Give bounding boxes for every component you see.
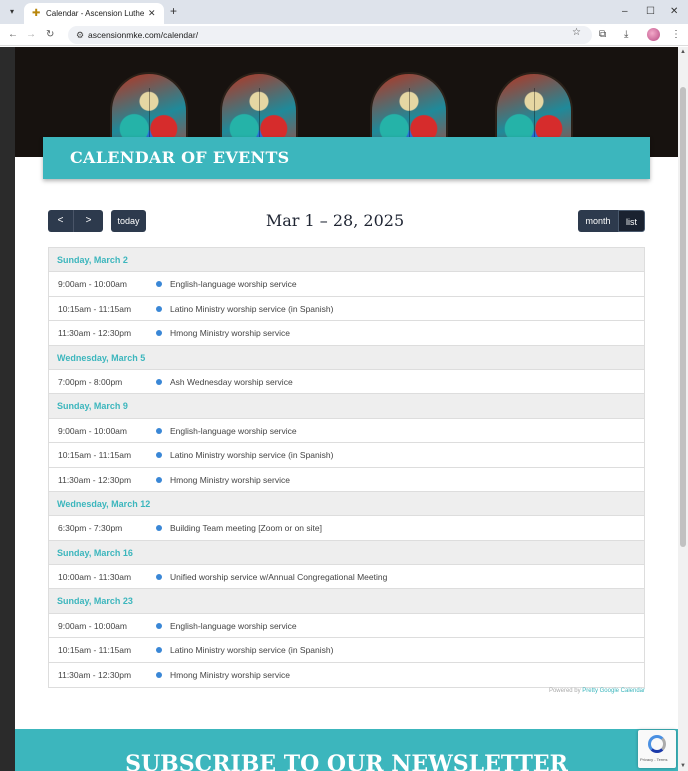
tab-search-chevron-icon[interactable]: ▾ <box>4 4 20 20</box>
event-title[interactable]: Unified worship service w/Annual Congreg… <box>170 565 387 589</box>
url-text: ascensionmke.com/calendar/ <box>88 30 199 40</box>
bookmark-star-icon[interactable]: ☆ <box>572 26 581 40</box>
tab-close-icon[interactable]: ✕ <box>148 7 156 20</box>
tab-title: Calendar - Ascension Lutheran <box>46 9 144 18</box>
page-title: CALENDAR OF EVENTS <box>70 148 290 167</box>
url-input[interactable]: ⚙ ascensionmke.com/calendar/ <box>68 26 592 44</box>
event-title[interactable]: English-language worship service <box>170 272 297 296</box>
event-time: 9:00am - 10:00am <box>58 620 127 631</box>
event-time: 9:00am - 10:00am <box>58 425 127 436</box>
event-dot-icon <box>156 281 162 288</box>
event-title[interactable]: Latino Ministry worship service (in Span… <box>170 297 333 321</box>
address-bar-row: ← → ↻ ⚙ ascensionmke.com/calendar/ ☆ ⧉ ⤓… <box>0 24 688 46</box>
event-row[interactable]: 11:30am - 12:30pm Hmong Ministry worship … <box>49 662 644 688</box>
event-time: 11:30am - 12:30pm <box>58 669 132 680</box>
event-row[interactable]: 10:15am - 11:15am Latino Ministry worship… <box>49 443 644 468</box>
day-header: Wednesday, March 5 <box>49 345 644 370</box>
event-title[interactable]: Building Team meeting [Zoom or on site] <box>170 516 322 540</box>
event-time: 11:30am - 12:30pm <box>58 328 132 339</box>
event-row[interactable]: 6:30pm - 7:30pm Building Team meeting [Zo… <box>49 516 644 541</box>
page-viewport: CALENDAR OF EVENTS < > today Mar 1 – 28,… <box>0 47 688 771</box>
event-dot-icon <box>156 647 162 654</box>
list-view-button[interactable]: list <box>618 210 645 232</box>
scroll-down-icon[interactable]: ▼ <box>680 763 686 769</box>
event-title[interactable]: Latino Ministry worship service (in Span… <box>170 638 333 662</box>
event-dot-icon <box>156 671 162 678</box>
site-settings-icon[interactable]: ⚙ <box>76 29 84 41</box>
event-dot-icon <box>156 622 162 629</box>
event-time: 10:15am - 11:15am <box>58 450 132 461</box>
close-window-button[interactable]: ✕ <box>670 5 678 18</box>
browser-tab[interactable]: ✚ Calendar - Ascension Lutheran ✕ <box>24 3 164 24</box>
event-dot-icon <box>156 330 162 337</box>
event-row[interactable]: 10:15am - 11:15am Latino Ministry worship… <box>49 296 644 322</box>
event-time: 7:00pm - 8:00pm <box>58 376 123 387</box>
today-button[interactable]: today <box>111 210 146 232</box>
scroll-up-icon[interactable]: ▲ <box>680 49 686 55</box>
event-row[interactable]: 10:00am - 11:30am Unified worship service… <box>49 565 644 590</box>
newsletter-title: SUBSCRIBE TO OUR NEWSLETTER <box>125 751 568 771</box>
recaptcha-badge[interactable]: Privacy - Terms <box>638 730 676 768</box>
page-scrollbar[interactable]: ▲ ▼ <box>678 47 688 771</box>
event-row[interactable]: 11:30am - 12:30pm Hmong Ministry worship … <box>49 321 644 346</box>
event-row[interactable]: 10:15am - 11:15am Latino Ministry worship… <box>49 638 644 663</box>
event-dot-icon <box>156 476 162 483</box>
browser-menu-icon[interactable]: ⋮ <box>671 28 681 42</box>
recaptcha-label[interactable]: Privacy - Terms <box>640 757 667 762</box>
event-row[interactable]: 7:00pm - 8:00pm Ash Wednesday worship ser… <box>49 369 644 395</box>
newsletter-section: SUBSCRIBE TO OUR NEWSLETTER <box>15 729 678 771</box>
event-time: 10:15am - 11:15am <box>58 645 132 656</box>
back-arrow-icon[interactable]: ← <box>8 28 18 42</box>
event-time: 10:00am - 11:30am <box>58 572 132 583</box>
day-header: Sunday, March 9 <box>49 394 644 419</box>
calendar-banner: CALENDAR OF EVENTS <box>43 137 650 179</box>
powered-by-prefix: Powered by <box>548 688 583 694</box>
download-icon[interactable]: ⤓ <box>624 28 628 42</box>
event-title[interactable]: Hmong Ministry worship service <box>170 321 290 345</box>
minimize-button[interactable]: – <box>622 5 628 18</box>
extensions-icon[interactable]: ⧉ <box>599 28 606 42</box>
event-time: 11:30am - 12:30pm <box>58 474 132 485</box>
event-dot-icon <box>156 574 162 581</box>
powered-by-text: Powered by Pretty Google Calendar <box>415 687 645 696</box>
page-content: CALENDAR OF EVENTS < > today Mar 1 – 28,… <box>15 47 678 771</box>
day-header: Sunday, March 23 <box>49 589 644 614</box>
event-title[interactable]: Ash Wednesday worship service <box>170 370 293 394</box>
event-dot-icon <box>156 452 162 459</box>
calendar-range-title: Mar 1 – 28, 2025 <box>265 211 405 230</box>
event-title[interactable]: English-language worship service <box>170 419 297 443</box>
cross-favicon-icon: ✚ <box>32 8 41 19</box>
forward-arrow-icon[interactable]: → <box>26 28 36 42</box>
event-dot-icon <box>156 305 162 312</box>
prev-button[interactable]: < <box>48 210 73 232</box>
new-tab-button[interactable]: + <box>170 5 177 18</box>
browser-tab-bar: ▾ ✚ Calendar - Ascension Lutheran ✕ + – … <box>0 0 688 24</box>
reload-icon[interactable]: ↻ <box>46 28 54 42</box>
day-header: Wednesday, March 12 <box>49 491 644 517</box>
event-time: 6:30pm - 7:30pm <box>58 523 123 534</box>
month-view-button[interactable]: month <box>578 210 618 232</box>
event-row[interactable]: 11:30am - 12:30pm Hmong Ministry worship … <box>49 467 644 492</box>
event-dot-icon <box>156 525 162 532</box>
day-header: Sunday, March 2 <box>49 248 644 273</box>
next-button[interactable]: > <box>73 210 103 232</box>
recaptcha-icon <box>648 735 666 753</box>
event-time: 10:15am - 11:15am <box>58 303 132 314</box>
event-title[interactable]: English-language worship service <box>170 614 297 638</box>
scrollbar-thumb[interactable] <box>680 87 686 547</box>
event-row[interactable]: 9:00am - 10:00am English-language worship… <box>49 613 644 639</box>
powered-by-link[interactable]: Pretty Google Calendar <box>582 688 645 694</box>
event-row[interactable]: 9:00am - 10:00am English-language worship… <box>49 418 644 444</box>
event-list: Sunday, March 2 9:00am - 10:00am English-l… <box>48 247 645 689</box>
event-dot-icon <box>156 378 162 385</box>
event-row[interactable]: 9:00am - 10:00am English-language worship… <box>49 272 644 297</box>
day-header: Sunday, March 16 <box>49 540 644 566</box>
maximize-button[interactable]: ☐ <box>646 5 655 18</box>
event-title[interactable]: Latino Ministry worship service (in Span… <box>170 443 333 467</box>
event-time: 9:00am - 10:00am <box>58 279 127 290</box>
profile-avatar[interactable] <box>647 28 660 41</box>
event-dot-icon <box>156 427 162 434</box>
event-title[interactable]: Hmong Ministry worship service <box>170 468 290 492</box>
event-title[interactable]: Hmong Ministry worship service <box>170 663 290 687</box>
